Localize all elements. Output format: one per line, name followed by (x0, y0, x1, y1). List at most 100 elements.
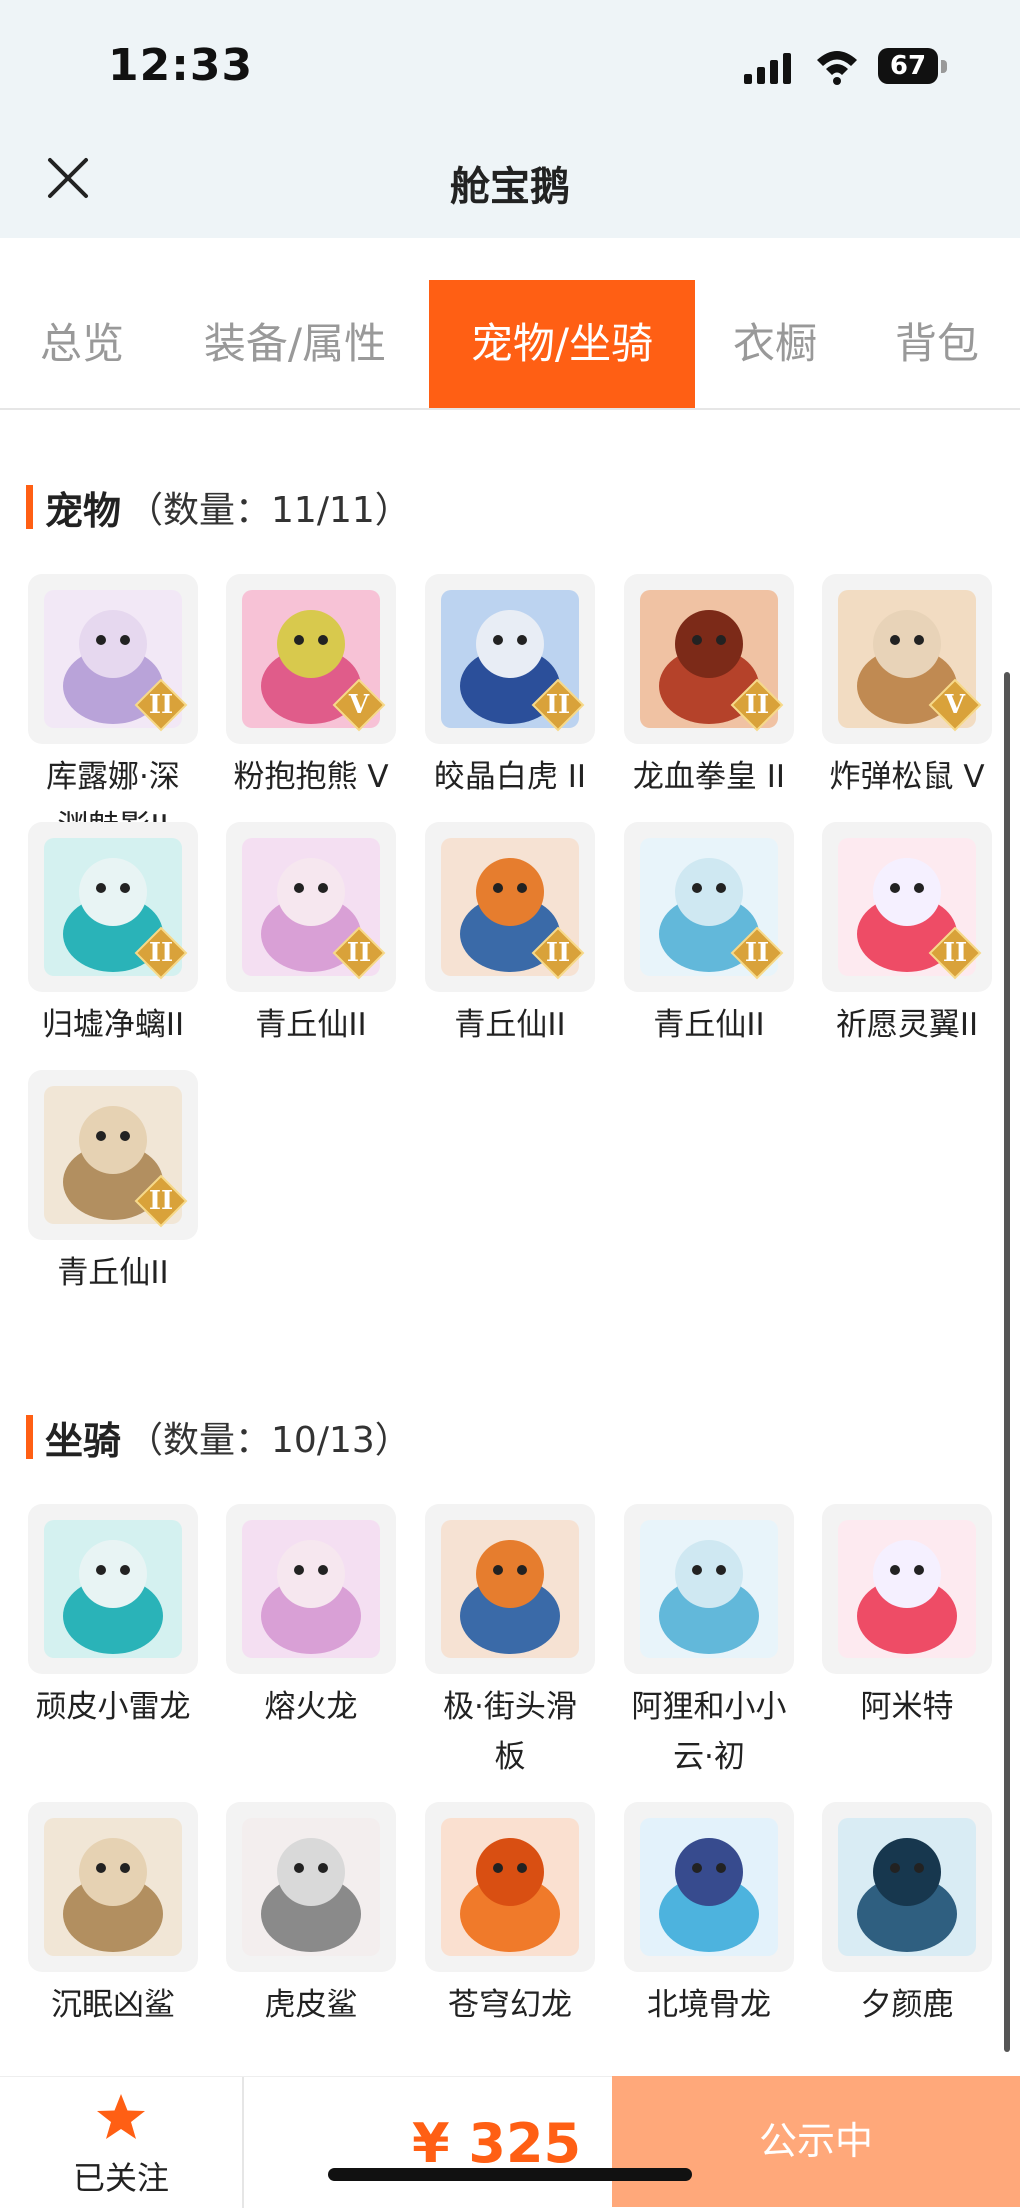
pet-name: 青丘仙II (454, 1007, 566, 1043)
pet-thumbnail: II (425, 822, 595, 992)
section-title: 宠物 (45, 488, 122, 533)
mount-item[interactable]: 苍穹幻龙 (397, 1802, 595, 2072)
mount-item[interactable]: 极·街头滑板 (397, 1504, 595, 1775)
pet-thumbnail: II (28, 822, 198, 992)
status-time: 12:33 (108, 40, 254, 91)
mount-thumbnail (822, 1802, 992, 1972)
section-count: （数量：11/11） (127, 490, 411, 531)
section-title: 坐骑 (45, 1418, 122, 1463)
mount-name: 阿米特 (860, 1689, 954, 1725)
mount-thumbnail (425, 1504, 595, 1674)
mount-name: 沉眠凶鲨 (51, 1987, 175, 2023)
pet-thumbnail: II (822, 822, 992, 992)
mount-thumbnail (624, 1802, 794, 1972)
battery-level: 67 (878, 48, 938, 84)
tab-bar: 总览 装备/属性 宠物/坐骑 衣橱 背包 (0, 280, 1020, 410)
mount-thumbnail (226, 1504, 396, 1674)
wifi-icon (817, 51, 857, 85)
pet-thumbnail: V (226, 574, 396, 744)
mount-name: 熔火龙 (264, 1689, 358, 1725)
pets-section-header: 宠物 （数量：11/11） (26, 482, 411, 533)
tier-badge: II (134, 1174, 188, 1228)
tier-badge: II (332, 926, 386, 980)
tier-badge: II (134, 926, 188, 980)
mount-item[interactable]: 阿米特 (794, 1504, 992, 1774)
follow-label: 已关注 (72, 2159, 169, 2197)
mount-item[interactable]: 北境骨龙 (596, 1802, 794, 2072)
mount-thumbnail (28, 1504, 198, 1674)
tab-overview[interactable]: 总览 (0, 280, 164, 408)
star-icon (97, 2094, 145, 2139)
pet-thumbnail: II (226, 822, 396, 992)
pet-item[interactable]: II 归墟净螭II (0, 822, 198, 1092)
pet-name: 归墟净螭II (41, 1007, 185, 1043)
pet-thumbnail: II (624, 822, 794, 992)
tab-equipment-attributes[interactable]: 装备/属性 (188, 280, 402, 408)
mount-item[interactable]: 虎皮鲨 (198, 1802, 396, 2072)
tab-bag[interactable]: 背包 (872, 280, 1002, 408)
tier-badge: II (928, 926, 982, 980)
mounts-section-header: 坐骑 （数量：10/13） (26, 1412, 411, 1463)
mount-name: 顽皮小雷龙 (35, 1689, 191, 1725)
pet-item[interactable]: II 青丘仙II (596, 822, 794, 1092)
tier-badge: V (928, 678, 982, 732)
pet-item[interactable]: II 青丘仙II (397, 822, 595, 1092)
tier-badge: V (332, 678, 386, 732)
mount-name: 阿狸和小小 云·初 (631, 1689, 787, 1775)
pet-name: 祈愿灵翼II (835, 1007, 979, 1043)
pet-item[interactable]: II 青丘仙II (0, 1070, 198, 1340)
pet-item[interactable]: II 祈愿灵翼II (794, 822, 992, 1092)
tier-badge: II (730, 678, 784, 732)
mount-name: 极·街头滑板 (443, 1689, 577, 1775)
mount-name: 北境骨龙 (647, 1987, 771, 2023)
pet-thumbnail: II (624, 574, 794, 744)
tab-pets-mounts[interactable]: 宠物/坐骑 (429, 280, 695, 408)
scrollbar[interactable] (1004, 672, 1010, 2052)
pet-name: 龙血拳皇 II (632, 759, 786, 795)
pet-name: 青丘仙II (255, 1007, 367, 1043)
pet-item[interactable]: V 粉抱抱熊 V (198, 574, 396, 844)
pet-item[interactable]: II库露娜·深渊魅影II (0, 574, 198, 845)
section-count: （数量：10/13） (127, 1420, 411, 1461)
pet-item[interactable]: V 炸弹松鼠 V (794, 574, 992, 844)
tab-wardrobe[interactable]: 衣橱 (710, 280, 840, 408)
mount-thumbnail (624, 1504, 794, 1674)
mount-thumbnail (226, 1802, 396, 1972)
page-title: 舱宝鹅 (450, 164, 570, 210)
status-button[interactable]: 公示中 (612, 2076, 1020, 2207)
follow-button[interactable]: 已关注 (0, 2077, 244, 2208)
pet-name: 青丘仙II (57, 1255, 169, 1291)
pet-item[interactable]: II 龙血拳皇 II (596, 574, 794, 844)
pet-item[interactable]: II 青丘仙II (198, 822, 396, 1092)
mount-name: 苍穹幻龙 (448, 1987, 572, 2023)
pet-thumbnail: II (28, 1070, 198, 1240)
home-indicator (328, 2168, 692, 2181)
pet-name: 粉抱抱熊 V (233, 759, 389, 795)
mount-thumbnail (425, 1802, 595, 1972)
price: ¥ 325 (412, 2112, 582, 2175)
pet-thumbnail: II (425, 574, 595, 744)
section-accent-bar (26, 485, 33, 529)
tier-badge: II (531, 678, 585, 732)
mount-name: 夕颜鹿 (860, 1987, 954, 2023)
tier-badge: II (730, 926, 784, 980)
pet-thumbnail: V (822, 574, 992, 744)
mount-item[interactable]: 熔火龙 (198, 1504, 396, 1774)
mount-item[interactable]: 顽皮小雷龙 (0, 1504, 198, 1774)
mount-item[interactable]: 夕颜鹿 (794, 1802, 992, 2072)
tier-badge: II (531, 926, 585, 980)
mount-item[interactable]: 沉眠凶鲨 (0, 1802, 198, 2072)
pet-name: 炸弹松鼠 V (829, 759, 985, 795)
cellular-signal-icon (744, 53, 791, 84)
mount-thumbnail (822, 1504, 992, 1674)
pet-thumbnail: II (28, 574, 198, 744)
pet-name: 皎晶白虎 II (433, 759, 587, 795)
tier-badge: II (134, 678, 188, 732)
pet-item[interactable]: II 皎晶白虎 II (397, 574, 595, 844)
mount-item[interactable]: 阿狸和小小 云·初 (596, 1504, 794, 1775)
section-accent-bar (26, 1415, 33, 1459)
pet-name: 青丘仙II (653, 1007, 765, 1043)
mount-name: 虎皮鲨 (264, 1987, 358, 2023)
mount-thumbnail (28, 1802, 198, 1972)
header-bar: 12:33 67 舱宝鹅 (0, 0, 1020, 238)
